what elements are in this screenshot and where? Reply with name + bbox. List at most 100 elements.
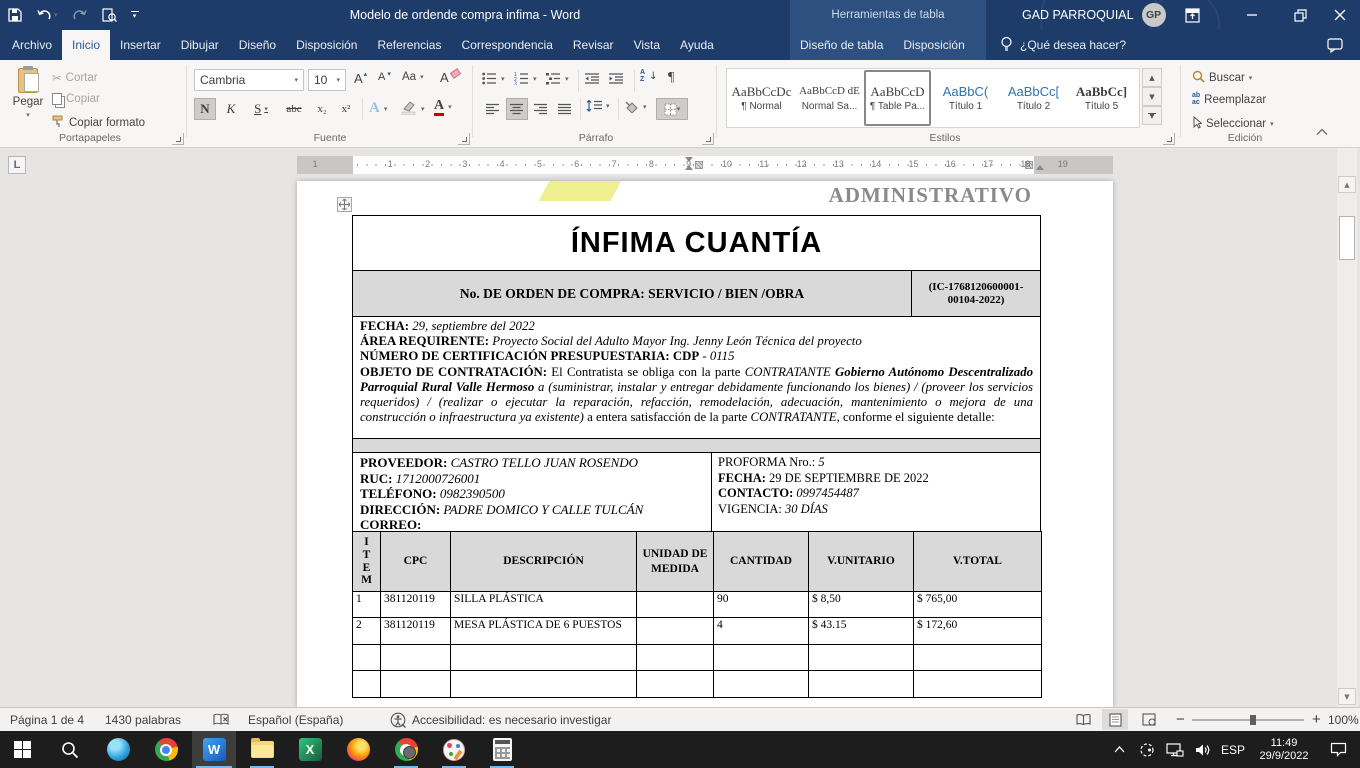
styles-scroll-up[interactable]: ▲ bbox=[1142, 68, 1162, 87]
tray-language[interactable]: ESP bbox=[1216, 731, 1250, 768]
taskbar-search-icon[interactable] bbox=[48, 731, 92, 768]
redo-icon[interactable] bbox=[72, 9, 88, 22]
style-titulo-2[interactable]: AaBbCc[Título 2 bbox=[1000, 70, 1067, 126]
scroll-down-arrow[interactable]: ▼ bbox=[1338, 688, 1356, 705]
copy-button[interactable]: Copiar bbox=[52, 93, 100, 105]
tab-dibujar[interactable]: Dibujar bbox=[171, 30, 229, 60]
tab-revisar[interactable]: Revisar bbox=[563, 30, 624, 60]
tab-disposicion[interactable]: Disposición bbox=[286, 30, 367, 60]
taskbar-firefox-icon[interactable] bbox=[336, 731, 380, 768]
strikethrough-button[interactable]: abc bbox=[280, 98, 308, 120]
restore-button[interactable] bbox=[1280, 0, 1320, 30]
font-color-button[interactable]: A▾ bbox=[434, 98, 452, 116]
tab-stop-selector[interactable]: L bbox=[8, 156, 26, 174]
customize-qat-icon[interactable]: ▾ bbox=[131, 11, 139, 20]
numbering-button[interactable]: 123▾ bbox=[514, 72, 537, 85]
tab-diseno[interactable]: Diseño bbox=[229, 30, 286, 60]
show-marks-button[interactable]: ¶ bbox=[668, 70, 674, 86]
underline-button[interactable]: S▾ bbox=[246, 98, 276, 120]
scrollbar-thumb[interactable] bbox=[1339, 216, 1355, 260]
print-preview-icon[interactable] bbox=[102, 8, 117, 23]
styles-dialog-launcher[interactable] bbox=[1163, 133, 1175, 145]
align-right-button[interactable] bbox=[530, 98, 552, 120]
tray-clock[interactable]: 11:49 29/9/2022 bbox=[1252, 731, 1316, 768]
text-effects-button[interactable]: A▾ bbox=[369, 100, 387, 117]
web-layout-button[interactable] bbox=[1136, 708, 1162, 731]
document-page[interactable]: ADMINISTRATIVO ÍNFIMA CUANTÍA No. DE ORD… bbox=[297, 181, 1113, 707]
justify-button[interactable] bbox=[554, 98, 576, 120]
print-layout-button[interactable] bbox=[1102, 708, 1128, 731]
taskbar-chrome-icon[interactable] bbox=[144, 731, 188, 768]
font-family-select[interactable]: Cambria▾ bbox=[194, 69, 304, 91]
tray-chevron-icon[interactable] bbox=[1106, 731, 1132, 768]
sort-button[interactable]: AZ↓ bbox=[640, 69, 657, 83]
accessibility-status[interactable]: Accesibilidad: es necesario investigar bbox=[412, 708, 611, 731]
borders-button[interactable]: ▾ bbox=[656, 98, 688, 120]
zoom-in-button[interactable]: + bbox=[1312, 708, 1321, 731]
align-center-button[interactable] bbox=[506, 98, 528, 120]
paste-button[interactable]: Pegar▾ bbox=[10, 68, 46, 119]
minimize-button[interactable] bbox=[1232, 0, 1272, 30]
zoom-level[interactable]: 100% bbox=[1328, 708, 1359, 731]
subscript-button[interactable]: x₂ bbox=[311, 98, 333, 120]
taskbar-edge-icon[interactable] bbox=[96, 731, 140, 768]
taskbar-chrome-profile-icon[interactable] bbox=[384, 731, 428, 768]
font-dialog-launcher[interactable] bbox=[458, 133, 470, 145]
taskbar-excel-icon[interactable]: X bbox=[288, 731, 332, 768]
shrink-font-button[interactable]: A▾ bbox=[378, 71, 391, 83]
tray-volume-icon[interactable] bbox=[1190, 731, 1216, 768]
style-normal-sa[interactable]: AaBbCcD dENormal Sa... bbox=[796, 70, 863, 126]
style-titulo-5[interactable]: AaBbCc]Título 5 bbox=[1068, 70, 1135, 126]
scroll-up-arrow[interactable]: ▲ bbox=[1338, 176, 1356, 193]
tab-diseno-de-tabla[interactable]: Diseño de tabla bbox=[790, 30, 893, 60]
proofing-icon[interactable] bbox=[213, 708, 229, 731]
find-button[interactable]: Buscar▾ bbox=[1192, 70, 1252, 86]
replace-button[interactable]: abacReemplazar bbox=[1192, 93, 1266, 106]
style-table-paragraph[interactable]: AaBbCcD¶ Table Pa... bbox=[864, 70, 931, 126]
bullets-button[interactable]: ▾ bbox=[482, 72, 505, 85]
select-button[interactable]: Seleccionar▾ bbox=[1192, 116, 1274, 132]
ribbon-display-options-icon[interactable] bbox=[1172, 0, 1212, 30]
change-case-button[interactable]: Aa▾ bbox=[402, 71, 424, 83]
line-spacing-button[interactable]: ▾ bbox=[586, 100, 610, 112]
accessibility-icon[interactable] bbox=[390, 708, 406, 731]
cut-button[interactable]: ✂Cortar bbox=[52, 71, 98, 85]
align-left-button[interactable] bbox=[482, 98, 504, 120]
zoom-slider[interactable] bbox=[1192, 708, 1304, 731]
ruler-table-marker[interactable] bbox=[695, 161, 703, 169]
shading-button[interactable]: ▾ bbox=[624, 100, 647, 113]
increase-indent-button[interactable] bbox=[608, 72, 624, 85]
account-button[interactable]: GAD PARROQUIAL GP bbox=[1022, 0, 1166, 30]
decrease-indent-button[interactable] bbox=[584, 72, 600, 85]
tab-insertar[interactable]: Insertar bbox=[110, 30, 171, 60]
taskbar-paint-icon[interactable] bbox=[432, 731, 476, 768]
word-count[interactable]: 1430 palabras bbox=[105, 708, 181, 731]
taskbar-word-icon[interactable]: W bbox=[192, 731, 236, 768]
right-indent-marker[interactable] bbox=[1036, 165, 1044, 170]
grow-font-button[interactable]: A▴ bbox=[354, 71, 367, 86]
zoom-out-button[interactable]: − bbox=[1176, 708, 1185, 731]
vertical-scrollbar[interactable]: ▲ ▼ bbox=[1337, 148, 1357, 707]
tell-me-box[interactable]: ¿Qué desea hacer? bbox=[1000, 30, 1126, 60]
clipboard-dialog-launcher[interactable] bbox=[172, 133, 184, 145]
multilevel-list-button[interactable]: ▾ bbox=[546, 72, 569, 85]
styles-more-button[interactable]: ▼ bbox=[1142, 106, 1162, 125]
styles-scroll-down[interactable]: ▼ bbox=[1142, 87, 1162, 106]
collapse-ribbon-button[interactable] bbox=[1316, 128, 1328, 136]
tab-inicio[interactable]: Inicio bbox=[62, 30, 110, 60]
paragraph-dialog-launcher[interactable] bbox=[702, 133, 714, 145]
tab-disposicion-tabla[interactable]: Disposición bbox=[893, 30, 974, 60]
highlight-button[interactable]: ▾ bbox=[401, 100, 425, 118]
style-titulo-1[interactable]: AaBbC(Título 1 bbox=[932, 70, 999, 126]
superscript-button[interactable]: x² bbox=[335, 98, 357, 120]
style-normal[interactable]: AaBbCcDc¶ Normal bbox=[728, 70, 795, 126]
tab-correspondencia[interactable]: Correspondencia bbox=[451, 30, 562, 60]
format-painter-button[interactable]: Copiar formato bbox=[52, 115, 145, 131]
tab-vista[interactable]: Vista bbox=[624, 30, 670, 60]
undo-icon[interactable]: ▾ bbox=[36, 9, 58, 22]
tray-screen-clip-icon[interactable] bbox=[1134, 731, 1160, 768]
bold-button[interactable]: N bbox=[194, 98, 216, 120]
tab-ayuda[interactable]: Ayuda bbox=[670, 30, 724, 60]
font-size-select[interactable]: 10▾ bbox=[308, 69, 346, 91]
read-mode-button[interactable] bbox=[1070, 708, 1096, 731]
